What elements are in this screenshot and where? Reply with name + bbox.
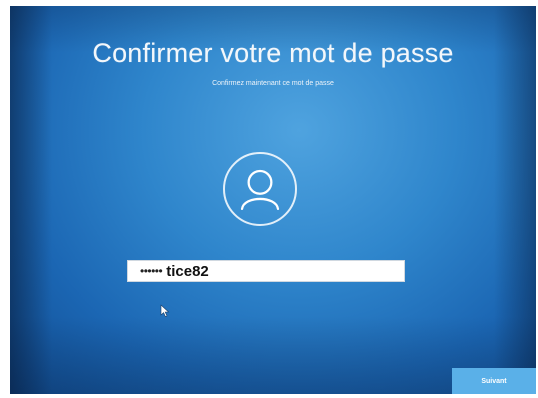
mouse-pointer-icon [160, 304, 170, 317]
password-mask: •••••• [140, 264, 163, 278]
password-confirm-input[interactable]: •••••• tice82 [127, 260, 405, 282]
user-avatar [223, 152, 297, 226]
page-subtitle: Confirmez maintenant ce mot de passe [212, 80, 334, 87]
page-title: Confirmer votre mot de passe [92, 38, 454, 68]
password-value: tice82 [166, 262, 209, 280]
next-button[interactable]: Suivant [452, 368, 536, 394]
user-icon [240, 169, 280, 210]
setup-screen: Confirmer votre mot de passe Confirmez m… [10, 6, 536, 394]
